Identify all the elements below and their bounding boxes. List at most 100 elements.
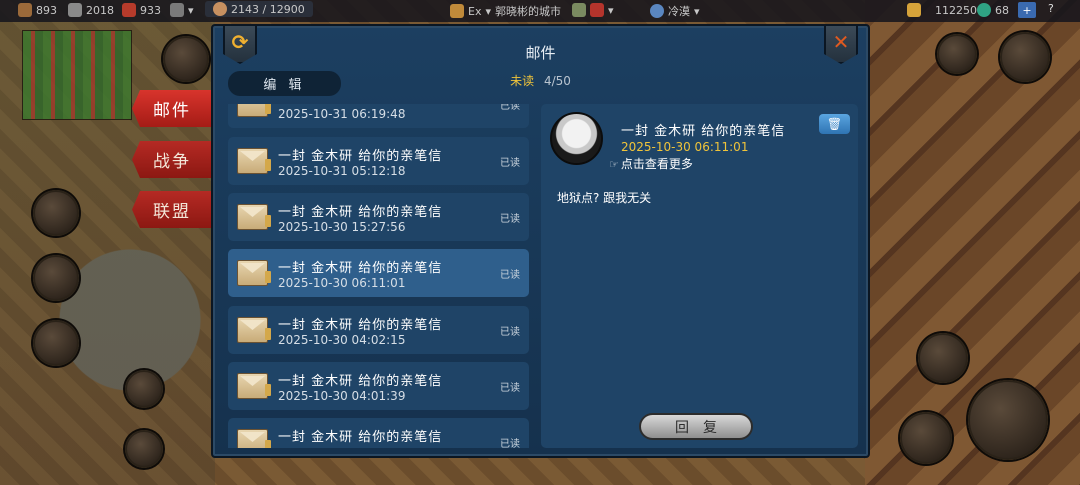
food-icon bbox=[122, 3, 136, 17]
envelope-icon bbox=[237, 204, 271, 230]
gold-resource: 112250 bbox=[907, 3, 977, 17]
food-resource: 933 bbox=[122, 3, 161, 17]
stone-value: 2018 bbox=[86, 3, 114, 17]
server-icon bbox=[450, 4, 464, 18]
mail-date: 2025-10-31 05:12:18 bbox=[278, 164, 406, 178]
chevron-down-icon: ▾ bbox=[485, 4, 491, 18]
mail-item[interactable]: 一封 金木研 给你的亲笔信 2025-10-30 04:02:15 已读 bbox=[228, 306, 529, 354]
city-name: 郭晓彬的城市 bbox=[495, 5, 561, 18]
buy-gems-button[interactable]: + bbox=[1018, 2, 1036, 18]
flag-icon bbox=[590, 3, 604, 17]
chevron-down-icon: ▾ bbox=[188, 3, 194, 17]
population-display: 2143 / 12900 bbox=[205, 1, 313, 17]
mail-item[interactable]: 一封 金木研 给你的亲笔信 2025-10-30 04:01:39 已读 bbox=[228, 362, 529, 410]
chevron-down-icon: ▾ bbox=[694, 4, 700, 18]
view-more-label: 点击查看更多 bbox=[620, 157, 693, 171]
delete-button[interactable]: 🗑 bbox=[819, 114, 850, 134]
mail-date: 2025-10-30 06:11:01 bbox=[278, 276, 406, 290]
mail-status: 已读 bbox=[500, 439, 520, 448]
orb-button[interactable] bbox=[33, 320, 79, 366]
weather-value: 冷漠 bbox=[668, 5, 690, 18]
mail-status: 已读 bbox=[500, 383, 520, 394]
envelope-icon bbox=[237, 317, 271, 343]
gem-icon bbox=[977, 3, 991, 17]
mail-status: 已读 bbox=[500, 158, 520, 169]
stone-icon bbox=[68, 3, 82, 17]
population-icon bbox=[213, 2, 227, 16]
mail-date: 2025-10-30 04:01:39 bbox=[278, 389, 406, 403]
reply-button[interactable]: 回复 bbox=[639, 413, 753, 440]
unread-count: 4/50 bbox=[543, 74, 571, 88]
hammer-button[interactable] bbox=[968, 380, 1048, 460]
envelope-icon bbox=[237, 260, 271, 286]
layers-button[interactable] bbox=[125, 370, 163, 408]
gold-value: 112250 bbox=[935, 3, 977, 17]
mail-subject: 一封 金木研 给你的亲笔信 bbox=[278, 149, 443, 164]
mail-item[interactable]: 2025-10-31 06:19:48 已读 bbox=[228, 104, 529, 128]
gem-resource: 68 bbox=[977, 3, 1009, 17]
server-tag: Ex bbox=[468, 4, 482, 18]
mail-status: 已读 bbox=[500, 104, 520, 112]
mail-date: 2025-10-30 04:02:15 bbox=[278, 333, 406, 347]
minimap[interactable] bbox=[22, 30, 132, 120]
mail-item-selected[interactable]: 一封 金木研 给你的亲笔信 2025-10-30 06:11:01 已读 bbox=[228, 249, 529, 297]
wood-icon bbox=[18, 3, 32, 17]
city-selector[interactable]: Ex ▾ 郭晓彬的城市 bbox=[450, 3, 561, 19]
mail-subject: 一封 金木研 给你的亲笔信 bbox=[278, 261, 443, 276]
terrain-button[interactable] bbox=[918, 333, 968, 383]
mail-list[interactable]: 2025-10-31 06:19:48 已读 一封 金木研 给你的亲笔信 202… bbox=[228, 104, 530, 448]
shovel-button[interactable] bbox=[900, 412, 952, 464]
mail-status: 已读 bbox=[500, 327, 520, 338]
mail-status: 已读 bbox=[500, 214, 520, 225]
sender-avatar[interactable] bbox=[550, 112, 603, 165]
detail-subject: 一封 金木研 给你的亲笔信 bbox=[621, 124, 786, 139]
unread-counter: 未读 4/50 bbox=[213, 72, 868, 89]
army-dropdown[interactable]: ▾ bbox=[170, 3, 194, 17]
mail-item[interactable]: 一封 金木研 给你的亲笔信 2025-10-31 05:12:18 已读 bbox=[228, 137, 529, 185]
tools-dropdown[interactable]: ▾ bbox=[572, 3, 614, 17]
resource-bar: 893 2018 933 ▾ 2143 / 12900 Ex ▾ 郭晓彬的城市 … bbox=[0, 0, 1080, 22]
mail-body: 地狱点? 跟我无关 bbox=[557, 191, 652, 205]
unread-label: 未读 bbox=[510, 74, 535, 88]
help-button[interactable]: ? bbox=[1048, 2, 1054, 15]
envelope-icon bbox=[237, 373, 271, 399]
chat-button[interactable] bbox=[163, 36, 209, 82]
army-icon bbox=[170, 3, 184, 17]
compass-button[interactable] bbox=[937, 34, 977, 74]
map-button[interactable] bbox=[33, 190, 79, 236]
hero-avatar-button[interactable] bbox=[1000, 32, 1050, 82]
mail-date: 2025-10-30 15:27:56 bbox=[278, 220, 406, 234]
gold-icon bbox=[907, 3, 921, 17]
add-button[interactable] bbox=[125, 430, 163, 468]
dialog-title: 邮件 bbox=[525, 44, 556, 62]
detail-date: 2025-10-30 06:11:01 bbox=[621, 140, 749, 154]
envelope-icon bbox=[237, 429, 271, 448]
wood-resource: 893 bbox=[18, 3, 57, 17]
mail-detail-panel: 一封 金木研 给你的亲笔信 2025-10-30 06:11:01 ☞ 点击查看更… bbox=[541, 104, 858, 448]
snowflake-icon bbox=[650, 4, 664, 18]
envelope-icon bbox=[237, 148, 271, 174]
mail-subject: 一封 金木研 给你的亲笔信 bbox=[278, 205, 443, 220]
envelope-icon bbox=[237, 104, 271, 117]
trash-icon: 🗑 bbox=[826, 117, 843, 131]
wood-value: 893 bbox=[36, 3, 57, 17]
mail-subject: 一封 金木研 给你的亲笔信 bbox=[278, 374, 443, 389]
mail-subject: 一封 金木研 给你的亲笔信 bbox=[278, 318, 443, 333]
view-more-link[interactable]: ☞ 点击查看更多 bbox=[609, 155, 693, 172]
food-value: 933 bbox=[140, 3, 161, 17]
mail-item[interactable]: 一封 金木研 给你的亲笔信 2025-10-30 15:27:56 已读 bbox=[228, 193, 529, 241]
chevron-down-icon: ▾ bbox=[608, 3, 614, 17]
mail-item[interactable]: 一封 金木研 给你的亲笔信 已读 bbox=[228, 418, 529, 448]
tab-alliance[interactable]: 联盟 bbox=[132, 191, 212, 228]
leaf-icon bbox=[572, 3, 586, 17]
calendar-button[interactable] bbox=[33, 255, 79, 301]
stone-resource: 2018 bbox=[68, 3, 114, 17]
mail-subject: 一封 金木研 给你的亲笔信 bbox=[278, 430, 443, 445]
tab-war[interactable]: 战争 bbox=[132, 141, 212, 178]
mail-dialog: ⟳ ✕ 邮件 编 辑 未读 4/50 2025-10-31 06:19:48 已… bbox=[211, 24, 870, 458]
mail-status: 已读 bbox=[500, 270, 520, 281]
tab-mail[interactable]: 邮件 bbox=[132, 90, 212, 127]
gem-value: 68 bbox=[995, 3, 1009, 17]
weather-selector[interactable]: 冷漠 ▾ bbox=[650, 3, 700, 19]
pointer-hand-icon: ☞ bbox=[609, 158, 619, 171]
